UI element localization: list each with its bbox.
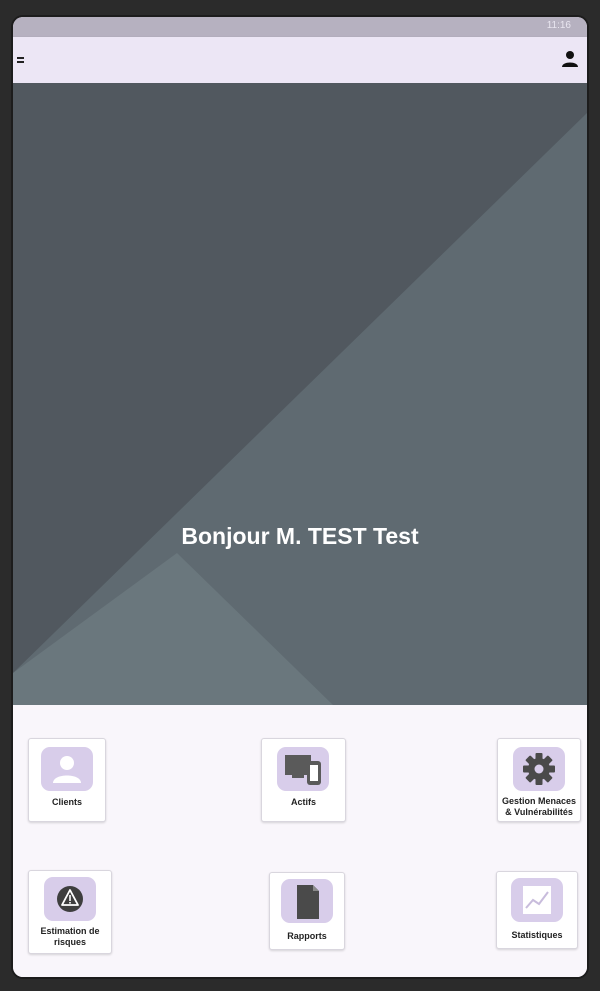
person-icon xyxy=(41,747,93,791)
account-icon[interactable] xyxy=(561,49,579,69)
warning-icon xyxy=(44,877,96,921)
gestion-menaces-label-line1: Gestion Menaces xyxy=(501,796,577,806)
devices-icon xyxy=(277,747,329,791)
gestion-menaces-label-line2: & Vulnérabilités xyxy=(505,807,573,817)
app-bar xyxy=(13,37,587,83)
estimation-risques-label-line1: Estimation de xyxy=(40,926,100,936)
gestion-menaces-tile[interactable]: Gestion Menaces & Vulnérabilités xyxy=(497,738,581,822)
clients-tile[interactable]: Clients xyxy=(28,738,106,822)
rapports-label: Rapports xyxy=(287,931,327,941)
greeting-text: Bonjour M. TEST Test xyxy=(181,523,419,549)
estimation-risques-label: Estimation de risques xyxy=(29,926,111,948)
rapports-tile[interactable]: Rapports xyxy=(269,872,345,950)
menu-grid: Clients Actifs Gestion Menaces & Vulnéra… xyxy=(13,705,587,977)
actifs-tile[interactable]: Actifs xyxy=(261,738,346,822)
document-icon xyxy=(281,879,333,923)
hero-banner: Bonjour M. TEST Test xyxy=(13,83,587,705)
chart-icon xyxy=(511,878,563,922)
clients-label: Clients xyxy=(51,797,82,807)
status-bar: 11:16 xyxy=(13,17,587,37)
estimation-risques-tile[interactable]: Estimation de risques xyxy=(28,870,112,954)
statistiques-tile[interactable]: Statistiques xyxy=(496,871,578,949)
status-time: 11:16 xyxy=(546,20,571,31)
menu-icon[interactable] xyxy=(15,52,29,68)
statistiques-label: Statistiques xyxy=(511,930,563,940)
actifs-label: Actifs xyxy=(290,797,316,807)
app-screen: 11:16 Bonjour M. TEST Test Clients Actif… xyxy=(13,17,587,977)
gestion-menaces-label: Gestion Menaces & Vulnérabilités xyxy=(498,796,580,818)
estimation-risques-label-line2: risques xyxy=(53,937,86,947)
gear-icon xyxy=(513,747,565,791)
